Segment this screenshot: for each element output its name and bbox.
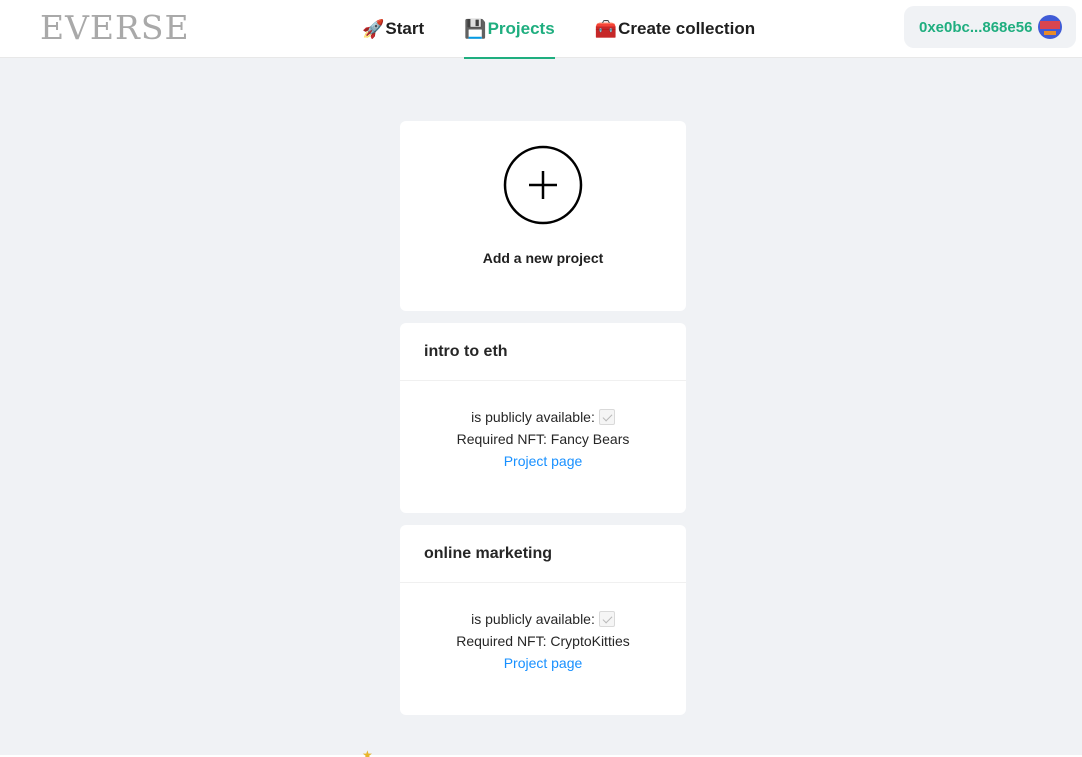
public-label: is publicly available: [471, 611, 595, 627]
everse-logo[interactable]: EVERSE [40, 10, 190, 46]
project-details: is publicly available: Required NFT: Fan… [400, 381, 686, 472]
nav-item-label: Start [385, 19, 425, 38]
project-title: intro to eth [400, 323, 686, 381]
nav-item-label: Projects [487, 19, 555, 38]
wallet-button[interactable]: 0xe0bc...868e56 [904, 6, 1076, 48]
project-page-link[interactable]: Project page [400, 652, 686, 674]
project-card: intro to eth is publicly available: Requ… [400, 323, 686, 513]
plus-circle-icon [503, 145, 583, 225]
wallet-avatar-icon [1038, 15, 1062, 39]
top-navigation-bar: EVERSE 🚀 Start 💾 Projects 🧰 Create colle… [0, 0, 1082, 59]
rocket-icon: 🚀 [362, 18, 385, 39]
public-label: is publicly available: [471, 409, 595, 425]
project-card: online marketing is publicly available: … [400, 525, 686, 715]
project-page-link[interactable]: Project page [400, 450, 686, 472]
project-title: online marketing [400, 525, 686, 583]
nav-item-label: Create collection [618, 19, 756, 38]
footer-rocket-icon: ★ [362, 749, 373, 757]
project-details: is publicly available: Required NFT: Cry… [400, 583, 686, 674]
toolbox-icon: 🧰 [594, 18, 618, 39]
nav-item-create-collection[interactable]: 🧰 Create collection [595, 0, 755, 58]
public-checkbox [598, 409, 615, 425]
nav-item-start[interactable]: 🚀 Start [362, 0, 424, 58]
floppy-disk-icon: 💾 [464, 18, 487, 39]
wallet-address: 0xe0bc...868e56 [919, 18, 1033, 36]
add-project-label: Add a new project [482, 250, 604, 266]
nav-item-projects[interactable]: 💾 Projects [464, 0, 555, 59]
public-checkbox [598, 611, 615, 627]
required-nft: Required NFT: CryptoKitties [456, 633, 630, 649]
required-nft: Required NFT: Fancy Bears [456, 431, 630, 447]
main-nav: 🚀 Start 💾 Projects 🧰 Create collection [362, 0, 795, 59]
add-project-card[interactable]: Add a new project [400, 121, 686, 311]
